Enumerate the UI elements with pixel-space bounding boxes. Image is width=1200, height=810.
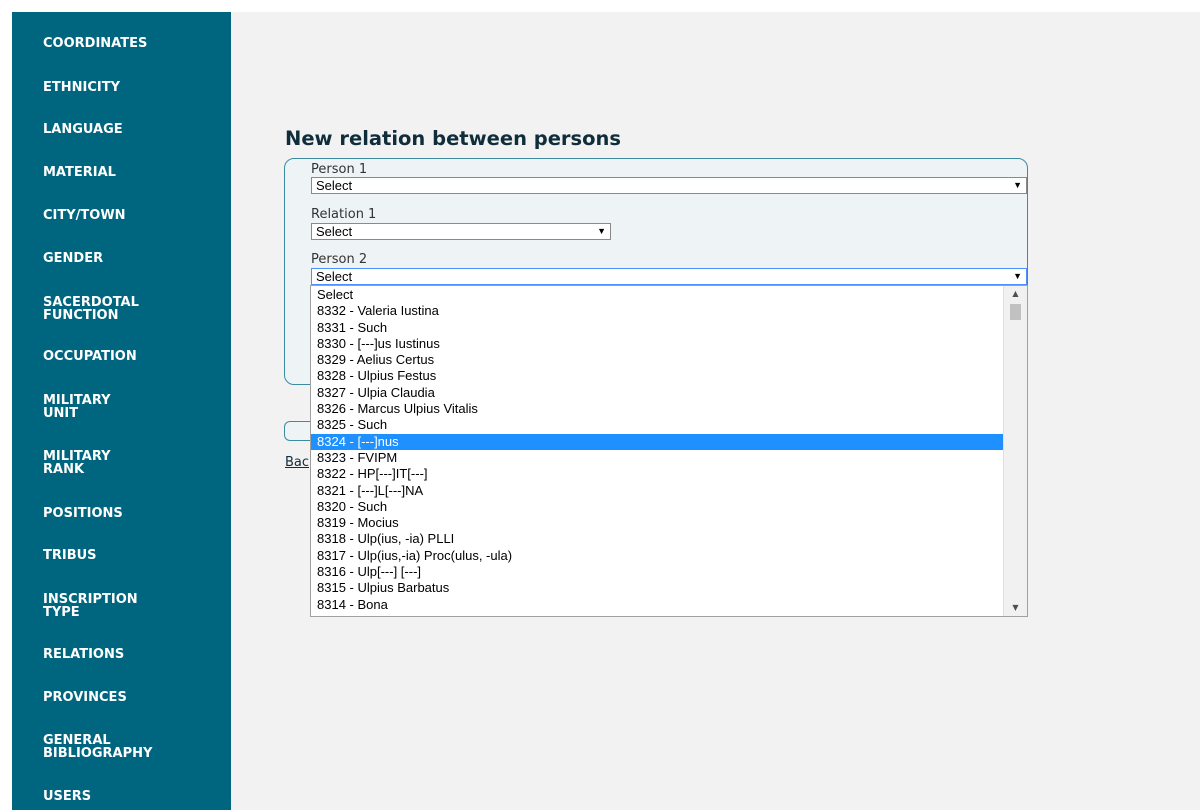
sidebar-item-military-rank[interactable]: MILITARY RANK <box>43 450 111 476</box>
sidebar-item-sacerdotal-function[interactable]: SACERDOTAL FUNCTION <box>43 296 139 322</box>
scroll-thumb[interactable] <box>1010 304 1021 320</box>
relation1-select[interactable]: Select ▼ <box>311 223 611 240</box>
dropdown-option[interactable]: Select <box>311 287 1004 303</box>
page-title: New relation between persons <box>285 127 622 150</box>
sidebar-item-material[interactable]: MATERIAL <box>43 166 116 179</box>
person2-select-value: Select <box>316 269 353 284</box>
relation1-select-value: Select <box>316 224 353 239</box>
person1-label: Person 1 <box>311 162 368 177</box>
scroll-up-icon[interactable]: ▲ <box>1004 286 1027 302</box>
sidebar-item-language[interactable]: LANGUAGE <box>43 123 123 136</box>
dropdown-option[interactable]: 8318 - Ulp(ius, -ia) PLLI <box>311 531 1004 547</box>
dropdown-scrollbar[interactable]: ▲ ▼ <box>1003 286 1027 616</box>
dropdown-option[interactable]: 8323 - FVIPM <box>311 450 1004 466</box>
sidebar-item-provinces[interactable]: PROVINCES <box>43 691 127 704</box>
chevron-down-icon: ▼ <box>1013 180 1022 190</box>
sidebar-item-ethnicity[interactable]: ETHNICITY <box>43 81 120 94</box>
dropdown-option[interactable]: 8329 - Aelius Certus <box>311 352 1004 368</box>
sidebar-item-occupation[interactable]: OCCUPATION <box>43 350 137 363</box>
person2-dropdown-list[interactable]: Select 8332 - Valeria Iustina 8331 - Such 8… <box>310 285 1028 617</box>
back-link[interactable]: Back <box>285 455 309 470</box>
dropdown-option[interactable]: 8321 - [---]L[---]NA <box>311 483 1004 499</box>
person2-label: Person 2 <box>311 252 368 267</box>
chevron-down-icon: ▼ <box>597 226 606 236</box>
dropdown-option[interactable]: 8322 - HP[---]IT[---] <box>311 466 1004 482</box>
dropdown-option[interactable]: 8320 - Such <box>311 499 1004 515</box>
dropdown-option[interactable]: 8330 - [---]us Iustinus <box>311 336 1004 352</box>
person1-select-value: Select <box>316 178 353 193</box>
dropdown-option[interactable]: 8314 - Bona <box>311 597 1004 613</box>
dropdown-option[interactable]: 8317 - Ulp(ius,-ia) Proc(ulus, -ula) <box>311 548 1004 564</box>
dropdown-option[interactable]: 8316 - Ulp[---] [---] <box>311 564 1004 580</box>
dropdown-option[interactable]: 8327 - Ulpia Claudia <box>311 385 1004 401</box>
sidebar-item-tribus[interactable]: TRIBUS <box>43 549 97 562</box>
sidebar-item-gender[interactable]: GENDER <box>43 252 103 265</box>
dropdown-option[interactable]: 8324 - [---]nus <box>311 433 1004 450</box>
person1-select[interactable]: Select ▼ <box>311 177 1027 194</box>
dropdown-options: Select 8332 - Valeria Iustina 8331 - Such 8… <box>311 287 1004 613</box>
scroll-down-icon[interactable]: ▼ <box>1004 600 1027 616</box>
sidebar-item-relations[interactable]: RELATIONS <box>43 648 124 661</box>
dropdown-option[interactable]: 8326 - Marcus Ulpius Vitalis <box>311 401 1004 417</box>
relation1-label: Relation 1 <box>311 207 377 222</box>
sidebar-item-military-unit[interactable]: MILITARY UNIT <box>43 394 111 420</box>
dropdown-option[interactable]: 8319 - Mocius <box>311 515 1004 531</box>
sidebar-item-coordinates[interactable]: COORDINATES <box>43 37 147 50</box>
dropdown-option[interactable]: 8315 - Ulpius Barbatus <box>311 580 1004 596</box>
person2-select[interactable]: Select ▼ <box>311 268 1027 285</box>
sidebar-item-positions[interactable]: POSITIONS <box>43 507 123 520</box>
sidebar-item-general-bibliography[interactable]: GENERAL BIBLIOGRAPHY <box>43 734 152 760</box>
dropdown-option[interactable]: 8325 - Such <box>311 417 1004 433</box>
dropdown-option[interactable]: 8332 - Valeria Iustina <box>311 303 1004 319</box>
submit-button[interactable] <box>284 421 312 441</box>
dropdown-option[interactable]: 8331 - Such <box>311 320 1004 336</box>
sidebar-item-city-town[interactable]: CITY/TOWN <box>43 209 126 222</box>
sidebar-item-users[interactable]: USERS <box>43 790 91 803</box>
chevron-down-icon: ▼ <box>1013 271 1022 281</box>
dropdown-option[interactable]: 8328 - Ulpius Festus <box>311 368 1004 384</box>
sidebar-item-inscription-type[interactable]: INSCRIPTION TYPE <box>43 593 138 619</box>
